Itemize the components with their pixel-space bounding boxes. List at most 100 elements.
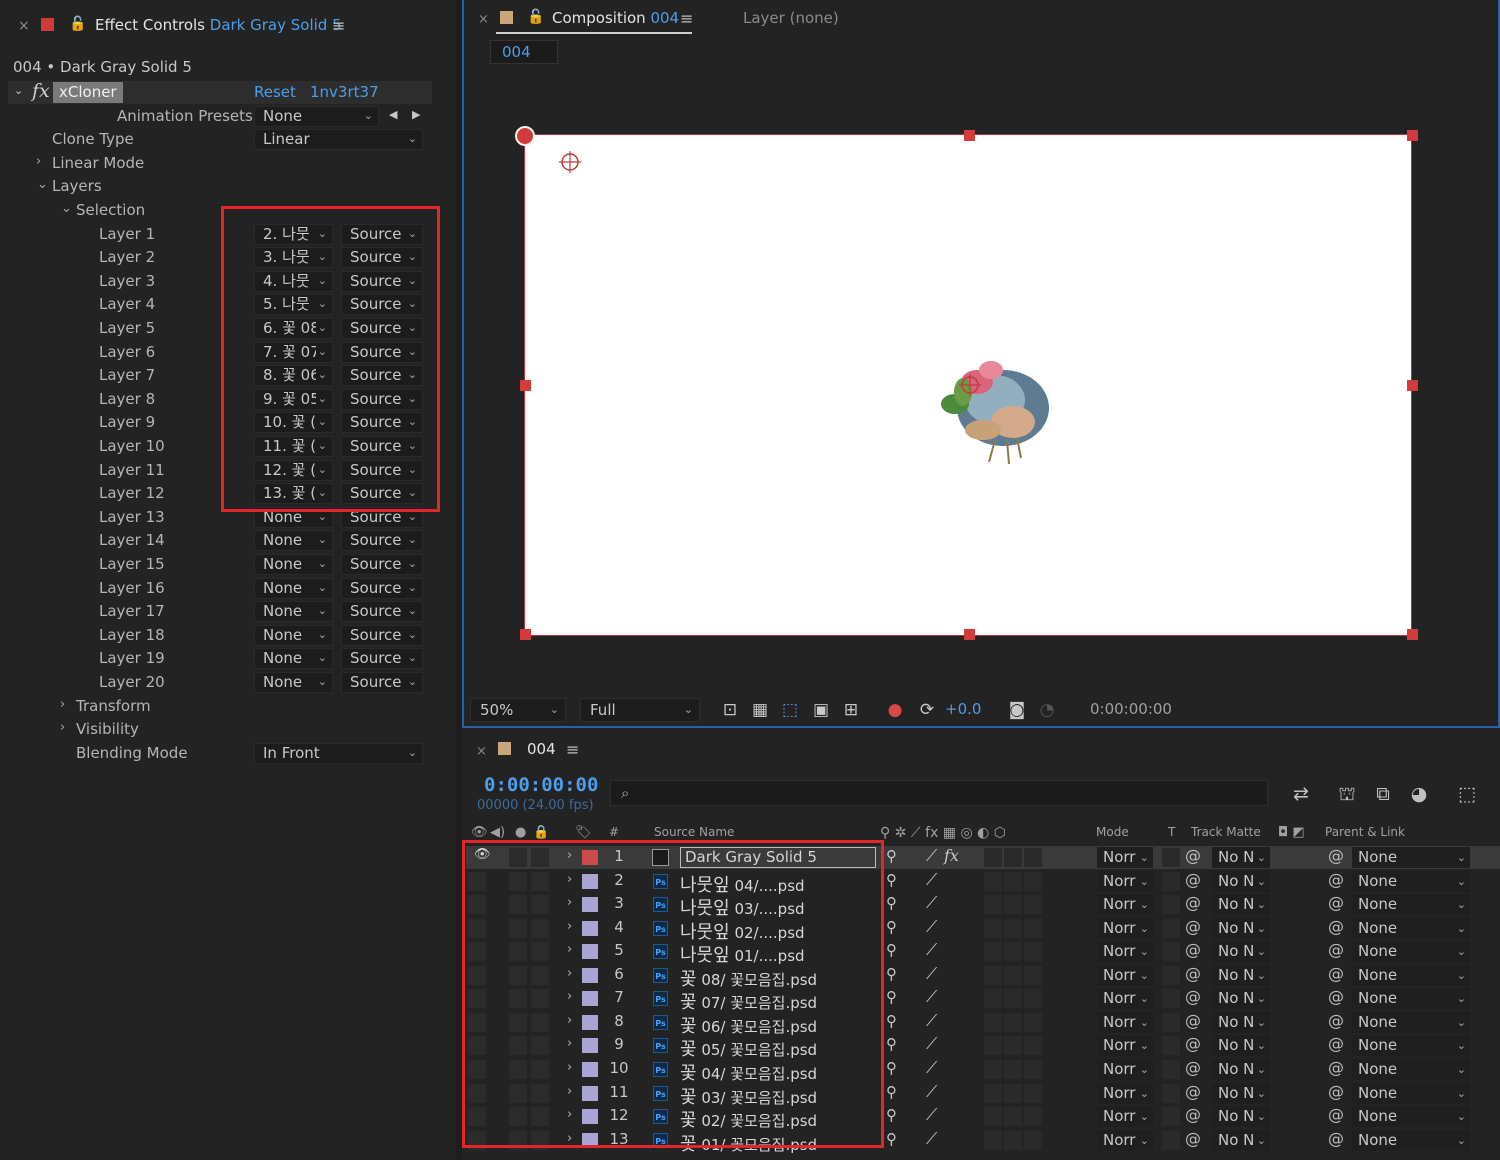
layer-source-dropdown[interactable]: Source ⌄ bbox=[341, 648, 423, 670]
quality-switch-icon[interactable]: ⟋ bbox=[926, 1129, 937, 1149]
3d-layer-switch[interactable] bbox=[1004, 1130, 1022, 1150]
transform-group[interactable]: › Transform bbox=[8, 695, 432, 718]
adjustment-switch[interactable] bbox=[984, 848, 1002, 867]
blend-mode-dropdown[interactable]: Norr ⌄ bbox=[1097, 1129, 1153, 1151]
adjustment-switch[interactable] bbox=[984, 965, 1002, 985]
layer-source-dropdown[interactable]: Source ⌄ bbox=[341, 554, 423, 575]
shy-switch-icon[interactable]: ⚲ bbox=[886, 1130, 897, 1148]
linear-mode-group[interactable]: › Linear Mode bbox=[8, 152, 432, 175]
parent-dropdown[interactable]: None ⌄ bbox=[1352, 894, 1470, 916]
parent-pick-whip-icon[interactable]: @ bbox=[1328, 893, 1344, 912]
parent-dropdown[interactable]: None ⌄ bbox=[1352, 1082, 1470, 1104]
solid-anchor-point-icon[interactable] bbox=[559, 151, 581, 173]
layer-source-dropdown[interactable]: Source ⌄ bbox=[341, 601, 423, 623]
layer-search-input[interactable]: ⌕ bbox=[610, 780, 1268, 806]
adjustment-switch[interactable] bbox=[984, 1012, 1002, 1032]
track-matte-dropdown[interactable]: No N ⌄ bbox=[1212, 1106, 1270, 1128]
shy-switch-icon[interactable]: ⚲ bbox=[886, 965, 897, 983]
graph-editor-icon[interactable]: ⬚ bbox=[1454, 782, 1480, 806]
blend-mode-dropdown[interactable]: Norr ⌄ bbox=[1097, 1059, 1153, 1080]
parent-dropdown[interactable]: None ⌄ bbox=[1352, 941, 1470, 963]
adjustment-switch[interactable] bbox=[984, 1130, 1002, 1150]
close-icon[interactable]: × bbox=[478, 12, 489, 27]
previous-preset-icon[interactable]: ◀ bbox=[389, 108, 397, 121]
layer-select-dropdown[interactable]: None ⌄ bbox=[254, 601, 333, 623]
solo-column-icon[interactable]: ● bbox=[515, 825, 526, 840]
quality-switch-icon[interactable]: ⟋ bbox=[926, 1058, 937, 1078]
adjustment-switch[interactable] bbox=[984, 871, 1002, 891]
quality-switch-icon[interactable]: ⟋ bbox=[926, 870, 937, 890]
track-matte-dropdown[interactable]: No N ⌄ bbox=[1212, 988, 1270, 1010]
adjustment-switch[interactable] bbox=[984, 918, 1002, 938]
parent-pick-whip-icon[interactable]: @ bbox=[1328, 1129, 1344, 1148]
shy-switch-icon[interactable]: ⚲ bbox=[886, 988, 897, 1006]
parent-pick-whip-icon[interactable]: @ bbox=[1328, 917, 1344, 936]
pick-whip-icon[interactable]: @ bbox=[1185, 940, 1201, 959]
pick-whip-icon[interactable]: @ bbox=[1185, 1082, 1201, 1101]
panel-menu-icon[interactable]: ≡ bbox=[680, 9, 693, 28]
pick-whip-icon[interactable]: @ bbox=[1185, 1129, 1201, 1148]
transparency-grid-icon[interactable]: ▦ bbox=[749, 699, 771, 721]
guides-grid-icon[interactable]: ⊞ bbox=[840, 699, 862, 721]
layer-source-dropdown[interactable]: Source ⌄ bbox=[341, 672, 423, 693]
shy-switch-icon[interactable]: ⚲ bbox=[886, 1106, 897, 1124]
parent-dropdown[interactable]: None ⌄ bbox=[1352, 1011, 1470, 1033]
3d-layer-switch[interactable] bbox=[1004, 918, 1022, 938]
parent-pick-whip-icon[interactable]: @ bbox=[1328, 1034, 1344, 1053]
quality-switch-icon[interactable]: ⟋ bbox=[926, 1011, 937, 1031]
composition-flowchart-icon[interactable]: ⇄ bbox=[1288, 782, 1314, 806]
adjustment-switch[interactable] bbox=[984, 942, 1002, 962]
preserve-transparency-switch[interactable] bbox=[1162, 1036, 1180, 1056]
motion-blur-switch[interactable] bbox=[1024, 871, 1042, 891]
composition-canvas[interactable] bbox=[524, 134, 1412, 636]
parent-pick-whip-icon[interactable]: @ bbox=[1328, 987, 1344, 1006]
fx-switch-icon[interactable]: fx bbox=[944, 846, 959, 865]
preserve-transparency-switch[interactable] bbox=[1162, 1107, 1180, 1127]
track-matte-dropdown[interactable]: No N ⌄ bbox=[1212, 894, 1270, 916]
show-snapshot-icon[interactable]: ◔ bbox=[1036, 699, 1058, 721]
parent-dropdown[interactable]: None ⌄ bbox=[1352, 1106, 1470, 1128]
preserve-transparency-switch[interactable] bbox=[1162, 989, 1180, 1009]
track-matte-dropdown[interactable]: No N ⌄ bbox=[1212, 1129, 1270, 1151]
3d-layer-switch[interactable] bbox=[1004, 989, 1022, 1009]
blend-mode-dropdown[interactable]: Norr ⌄ bbox=[1097, 964, 1153, 986]
layer-number-header[interactable]: # bbox=[609, 825, 619, 839]
pick-whip-icon[interactable]: @ bbox=[1185, 846, 1201, 865]
motion-blur-switch[interactable] bbox=[1024, 942, 1042, 962]
motion-blur-switch[interactable] bbox=[1024, 965, 1042, 985]
parent-pick-whip-icon[interactable]: @ bbox=[1328, 1011, 1344, 1030]
quality-switch-icon[interactable]: ⟋ bbox=[926, 987, 937, 1007]
pick-whip-icon[interactable]: @ bbox=[1185, 917, 1201, 936]
quality-switch-icon[interactable]: ⟋ bbox=[926, 1082, 937, 1102]
motion-blur-switch[interactable] bbox=[1024, 1012, 1042, 1032]
shy-switch-icon[interactable]: ⚲ bbox=[886, 1083, 897, 1101]
layer-position-handle[interactable] bbox=[515, 126, 535, 146]
preserve-transparency-switch[interactable] bbox=[1162, 965, 1180, 985]
blend-mode-dropdown[interactable]: Norr ⌄ bbox=[1097, 917, 1153, 939]
3d-layer-switch[interactable] bbox=[1004, 1012, 1022, 1032]
quality-switch-icon[interactable]: ⟋ bbox=[926, 1034, 937, 1054]
animation-presets-dropdown[interactable]: None ⌄ bbox=[254, 105, 379, 127]
effect-header-row[interactable]: ⌄ fx xCloner Reset 1nv3rt37 bbox=[8, 80, 432, 104]
audio-column-icon[interactable]: ◀) bbox=[490, 825, 505, 840]
adjustment-switch[interactable] bbox=[984, 1083, 1002, 1103]
layer-source-dropdown[interactable]: Source ⌄ bbox=[341, 530, 423, 552]
shy-switch-icon[interactable]: ⚲ bbox=[886, 894, 897, 912]
preserve-transparency-switch[interactable] bbox=[1162, 942, 1180, 962]
transform-handle[interactable] bbox=[1407, 130, 1418, 141]
track-matte-dropdown[interactable]: No N ⌄ bbox=[1212, 964, 1270, 986]
transform-handle[interactable] bbox=[520, 629, 531, 640]
anchor-point-icon[interactable] bbox=[959, 374, 981, 396]
parent-dropdown[interactable]: None ⌄ bbox=[1352, 1035, 1470, 1057]
lock-icon[interactable]: 🔓 bbox=[527, 9, 544, 25]
track-matte-dropdown[interactable]: No N ⌄ bbox=[1212, 1011, 1270, 1033]
parent-dropdown[interactable]: None ⌄ bbox=[1352, 870, 1470, 892]
motion-blur-switch[interactable] bbox=[1024, 918, 1042, 938]
effect-name[interactable]: xCloner bbox=[53, 82, 123, 103]
layer-select-dropdown[interactable]: None ⌄ bbox=[254, 672, 333, 693]
parent-dropdown[interactable]: None ⌄ bbox=[1352, 988, 1470, 1010]
zoom-dropdown[interactable]: 50% ⌄ bbox=[470, 698, 566, 722]
pick-whip-icon[interactable]: @ bbox=[1185, 893, 1201, 912]
3d-layer-switch[interactable] bbox=[1004, 848, 1022, 867]
3d-layer-switch[interactable] bbox=[1004, 1036, 1022, 1056]
